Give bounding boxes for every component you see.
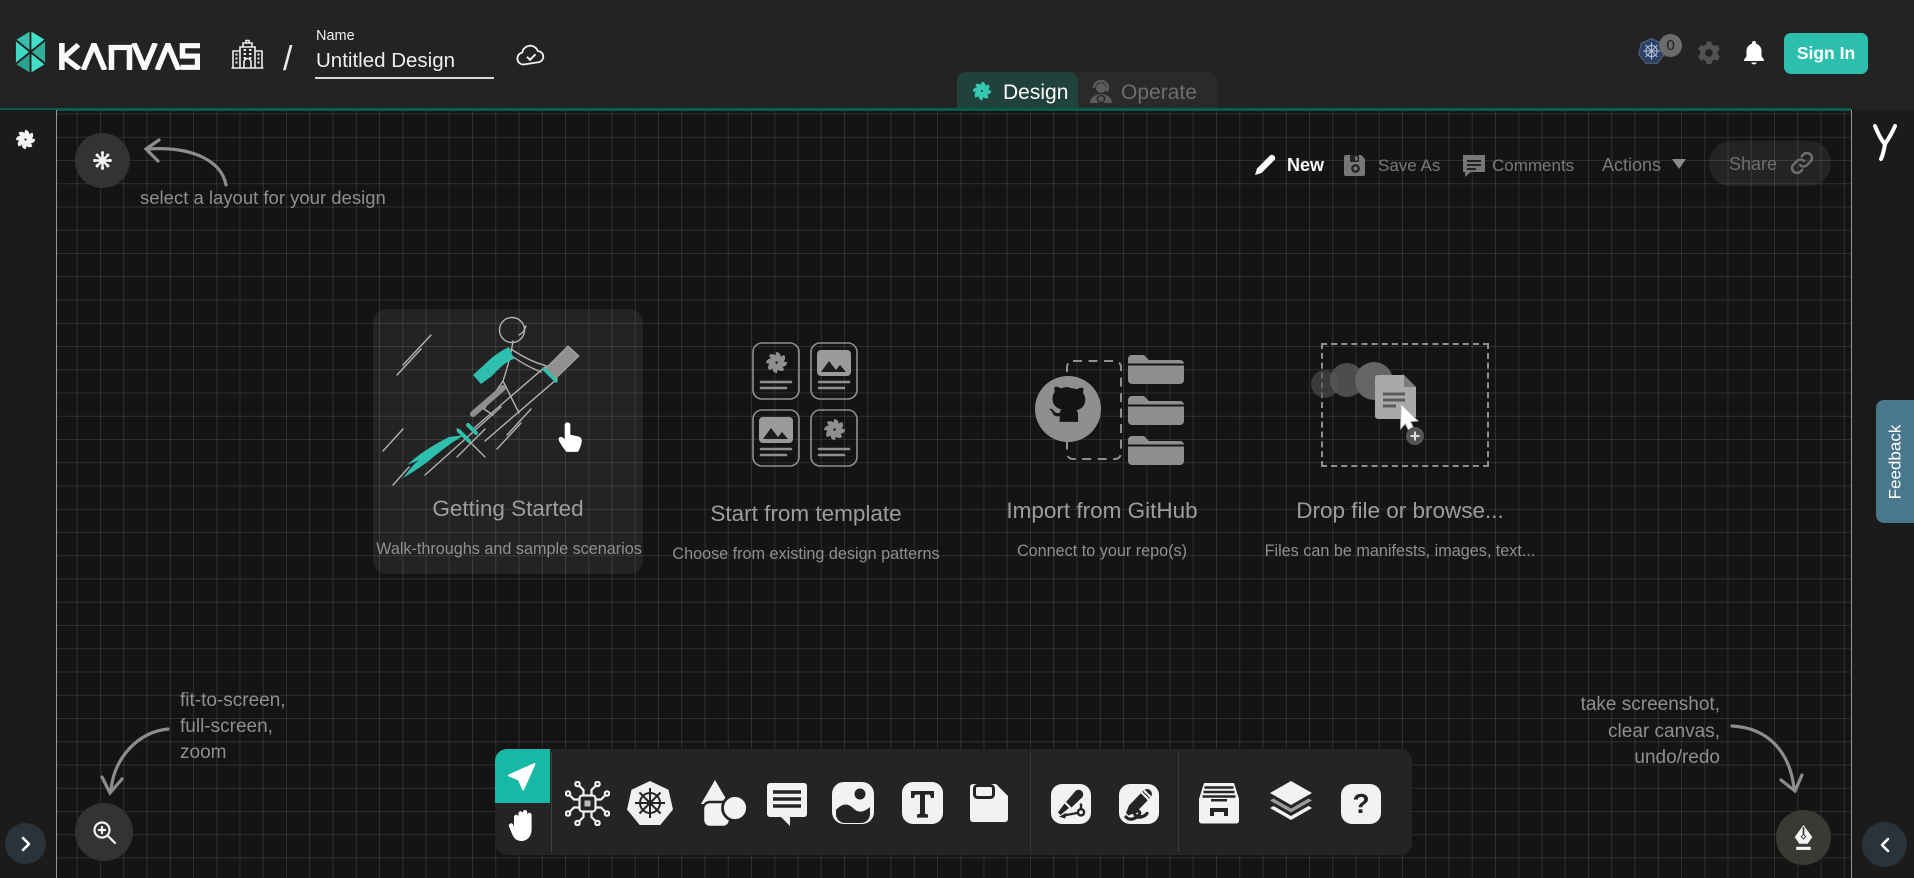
svg-text:?: ? — [1352, 788, 1369, 819]
